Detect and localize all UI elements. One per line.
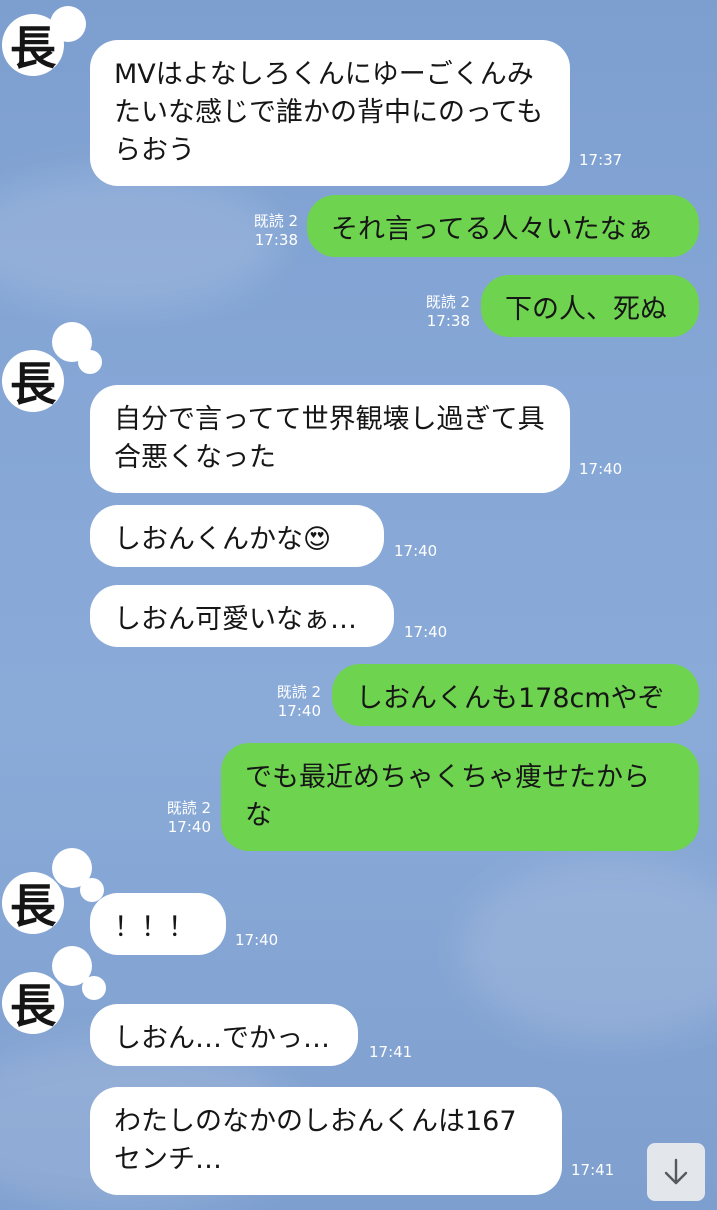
- message-text: でも最近めちゃくちゃ痩せたからな: [245, 762, 650, 831]
- avatar-glyph: 長: [10, 21, 56, 75]
- message-bubble-incoming[interactable]: 自分で言ってて世界観壊し過ぎて具合悪くなった: [90, 385, 570, 493]
- message-text: MVはよなしろくんにゆーごくんみたいな感じで誰かの背中にのってもらおう: [114, 59, 544, 166]
- message-bubble-incoming[interactable]: しおん…でかっ…: [90, 1004, 358, 1066]
- message-text: わたしのなかのしおんくんは167センチ…: [114, 1106, 517, 1175]
- message-time: 17:40: [579, 460, 623, 478]
- message-bubble-outgoing[interactable]: でも最近めちゃくちゃ痩せたからな: [221, 743, 699, 851]
- message-meta: 既読 2 17:40: [149, 799, 211, 837]
- avatar[interactable]: 長: [2, 972, 64, 1034]
- message-text: ！！！: [114, 912, 195, 943]
- avatar[interactable]: 長: [2, 14, 64, 76]
- avatar[interactable]: 長: [2, 872, 64, 934]
- message-text: しおんくんかな😍: [114, 524, 332, 555]
- avatar[interactable]: 長: [2, 350, 64, 412]
- message-meta: 既読 2 17:38: [408, 293, 470, 331]
- message-text: 下の人、死ぬ: [505, 294, 667, 325]
- message-bubble-outgoing[interactable]: 下の人、死ぬ: [481, 275, 699, 337]
- message-time: 17:40: [394, 542, 438, 560]
- read-receipt: 既読 2: [425, 293, 470, 311]
- message-text: しおん可愛いなぁ…: [114, 604, 357, 635]
- avatar-glyph: 長: [10, 879, 56, 933]
- message-bubble-incoming[interactable]: しおんくんかな😍: [90, 505, 384, 567]
- message-text: しおんくんも178cmやぞ: [356, 683, 665, 714]
- message-text: それ言ってる人々いたなぁ: [331, 214, 654, 245]
- message-bubble-outgoing[interactable]: しおんくんも178cmやぞ: [332, 664, 699, 726]
- scroll-to-bottom-button[interactable]: [647, 1143, 705, 1201]
- message-text: 自分で言ってて世界観壊し過ぎて具合悪くなった: [114, 404, 545, 473]
- message-time: 17:40: [167, 818, 211, 836]
- message-time: 17:38: [426, 312, 470, 330]
- message-bubble-incoming[interactable]: しおん可愛いなぁ…: [90, 585, 394, 647]
- avatar-glyph: 長: [10, 979, 56, 1033]
- arrow-down-icon: [664, 1158, 688, 1185]
- message-meta: 既読 2 17:38: [236, 212, 298, 250]
- message-time: 17:40: [404, 623, 448, 641]
- avatar-glyph: 長: [10, 357, 56, 411]
- message-time: 17:40: [235, 931, 279, 949]
- message-bubble-incoming[interactable]: わたしのなかのしおんくんは167センチ…: [90, 1087, 562, 1195]
- message-bubble-outgoing[interactable]: それ言ってる人々いたなぁ: [307, 195, 699, 257]
- message-time: 17:41: [571, 1161, 615, 1179]
- message-time: 17:37: [579, 151, 623, 169]
- message-time: 17:40: [277, 702, 321, 720]
- message-text: しおん…でかっ…: [114, 1023, 330, 1054]
- message-meta: 既読 2 17:40: [259, 683, 321, 721]
- read-receipt: 既読 2: [276, 683, 321, 701]
- message-bubble-incoming[interactable]: MVはよなしろくんにゆーごくんみたいな感じで誰かの背中にのってもらおう: [90, 40, 570, 186]
- message-time: 17:41: [369, 1043, 413, 1061]
- read-receipt: 既読 2: [253, 212, 298, 230]
- message-bubble-incoming[interactable]: ！！！: [90, 893, 226, 955]
- message-time: 17:38: [254, 231, 298, 249]
- read-receipt: 既読 2: [166, 799, 211, 817]
